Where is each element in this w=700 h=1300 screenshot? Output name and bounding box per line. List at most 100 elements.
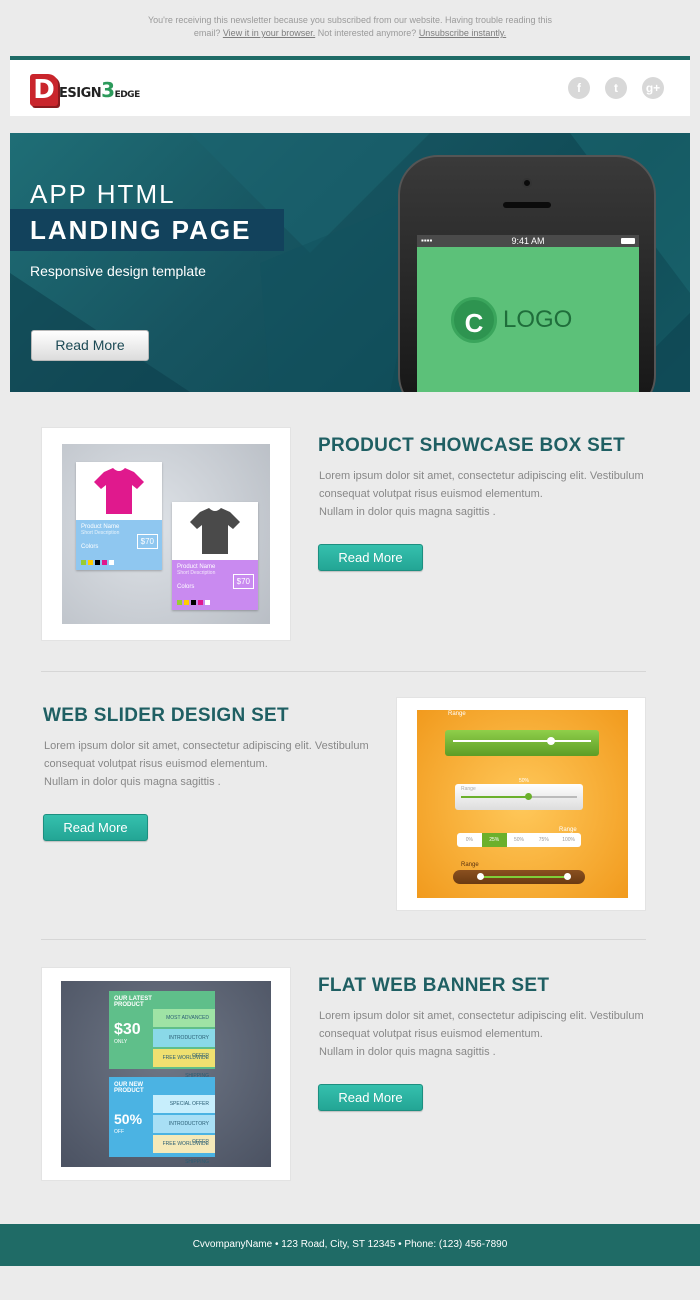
phone-speaker [503, 202, 551, 208]
battery-icon [621, 238, 635, 244]
hero-subtitle: Responsive design template [30, 263, 206, 279]
slider-steps: 0% 25% 50% 75% 100% [457, 833, 581, 847]
flat-banner-image[interactable]: OUR LATEST PRODUCT $30 ONLY MOST ADVANCE… [61, 981, 271, 1167]
desc-line3: Nullam in dolor quis magna sagittis . [319, 506, 496, 518]
slider-green-handle [547, 737, 555, 745]
card2-color-swatches [177, 600, 210, 605]
web-slider-description: Lorem ipsum dolor sit amet, consectetur … [44, 737, 379, 791]
hero-title-line1: APP HTML [30, 179, 176, 209]
logo-text: LOGO [503, 306, 573, 333]
banner2-head: OUR NEW PRODUCT [114, 1082, 144, 1094]
hero-title-line2: LANDING PAGE [30, 215, 252, 245]
step-50: 50% [513, 837, 524, 843]
slider-white-fill [461, 796, 529, 798]
phone-status-bar: ▪▪▪▪ 9:41 AM [417, 235, 639, 247]
slider4-label: Range [461, 862, 479, 868]
signal-icon: ▪▪▪▪ [421, 236, 433, 245]
brand-logo[interactable]: D ESIGN3EDGE [30, 70, 140, 106]
banner1-only: ONLY [114, 1039, 128, 1045]
card1-price: $70 [136, 534, 158, 549]
banner1-strip1: MOST ADVANCED [153, 1009, 215, 1027]
banner1-strips: MOST ADVANCED INTRODUCTORY OFFER FREE WO… [153, 1009, 215, 1079]
desc-line2: consequat volutpat risus euismod element… [319, 1028, 543, 1040]
product-card-gray: Product Name Short Description $70 Color… [172, 502, 258, 610]
view-in-browser-link[interactable]: View it in your browser. [223, 28, 315, 38]
banner2-price: 50% [114, 1111, 143, 1127]
banner2-strip3: FREE WORLDWIDE SHIPPING [153, 1135, 215, 1165]
product-showcase-description: Lorem ipsum dolor sit amet, consectetur … [319, 467, 654, 521]
preheader-not-interested: Not interested anymore? [317, 28, 417, 38]
section-divider [41, 939, 646, 940]
banner-blue: OUR NEW PRODUCT 50% OFF SPECIAL OFFER IN… [109, 1077, 215, 1165]
slider-brown-handle-right [564, 873, 571, 880]
slider-white: Range [455, 784, 583, 810]
hero-banner: APP HTML LANDING PAGE Responsive design … [10, 133, 690, 392]
banner1-strip3: FREE WORLDWIDE SHIPPING [153, 1049, 215, 1079]
social-links: f t g+ [568, 77, 664, 99]
banner1-strip2: INTRODUCTORY OFFER [153, 1029, 215, 1059]
desc-line1: Lorem ipsum dolor sit amet, consectetur … [44, 740, 369, 752]
desc-line3: Nullam in dolor quis magna sagittis . [319, 1046, 496, 1058]
desc-line3: Nullam in dolor quis magna sagittis . [44, 776, 221, 788]
logo-mark: D [30, 74, 58, 106]
preheader-line2: email? View it in your browser. Not inte… [110, 27, 590, 40]
logo-word-esign: ESIGN [59, 86, 102, 101]
web-slider-image-frame: Range 50% Range Range 0% 25% 50% 75% 100… [396, 697, 646, 911]
banner2-strip1: SPECIAL OFFER [153, 1095, 215, 1113]
flat-banner-title[interactable]: FLAT WEB BANNER SET [318, 975, 549, 997]
banner2-strip2: INTRODUCTORY OFFER [153, 1115, 215, 1145]
product-card-pink: Product Name Short Description $70 Color… [76, 462, 162, 570]
logo-word-edge: EDGE [114, 90, 141, 100]
product-showcase-image-frame: Product Name Short Description $70 Color… [41, 427, 291, 641]
gray-card-info: Product Name Short Description $70 Color… [172, 560, 258, 610]
slider2-label: Range [461, 786, 476, 792]
gray-shirt-area [172, 502, 258, 560]
slider1-label: Range [448, 711, 466, 717]
product-showcase-read-more-button[interactable]: Read More [318, 544, 423, 571]
google-plus-icon[interactable]: g+ [642, 77, 664, 99]
web-slider-title[interactable]: WEB SLIDER DESIGN SET [43, 705, 289, 727]
phone-mockup: ▪▪▪▪ 9:41 AM C LOGO [398, 155, 656, 392]
showcase-art: Product Name Short Description $70 Color… [62, 444, 270, 624]
logo-wordmark: ESIGN3EDGE [59, 78, 140, 102]
step-25: 25% [481, 833, 507, 847]
phone-screen: ▪▪▪▪ 9:41 AM C LOGO [417, 235, 639, 392]
slider-green [445, 730, 599, 756]
preheader-line1: You're receiving this newsletter because… [147, 15, 553, 25]
desc-line1: Lorem ipsum dolor sit amet, consectetur … [319, 470, 644, 482]
pink-card-info: Product Name Short Description $70 Color… [76, 520, 162, 570]
banner1-head: OUR LATEST PRODUCT [114, 996, 152, 1008]
step-100: 100% [562, 837, 575, 843]
step-75: 75% [538, 837, 549, 843]
desc-line2: consequat volutpat risus euismod element… [319, 488, 543, 500]
product-showcase-title[interactable]: PRODUCT SHOWCASE BOX SET [318, 435, 625, 457]
desc-line2: consequat volutpat risus euismod element… [44, 758, 268, 770]
banner1-price: $30 [114, 1021, 141, 1038]
phone-camera-icon [522, 178, 532, 188]
banner-green: OUR LATEST PRODUCT $30 ONLY MOST ADVANCE… [109, 991, 215, 1079]
product-showcase-image[interactable]: Product Name Short Description $70 Color… [62, 444, 270, 624]
flat-banner-description: Lorem ipsum dolor sit amet, consectetur … [319, 1007, 654, 1061]
flat-banner-read-more-button[interactable]: Read More [318, 1084, 423, 1111]
footer: CvvompanyName • 123 Road, City, ST 12345… [0, 1224, 700, 1266]
facebook-icon[interactable]: f [568, 77, 590, 99]
logo-word-three: 3 [101, 78, 115, 102]
web-slider-read-more-button[interactable]: Read More [43, 814, 148, 841]
header: D ESIGN3EDGE f t g+ [10, 60, 690, 116]
slider-brown-handle-left [477, 873, 484, 880]
hero-read-more-button[interactable]: Read More [31, 330, 149, 361]
banner2-strips: SPECIAL OFFER INTRODUCTORY OFFER FREE WO… [153, 1095, 215, 1165]
step-0: 0% [465, 837, 474, 843]
phone-app-logo: C LOGO [451, 297, 572, 343]
gray-tshirt-icon [190, 508, 240, 554]
unsubscribe-link[interactable]: Unsubscribe instantly. [419, 28, 506, 38]
twitter-icon[interactable]: t [605, 77, 627, 99]
slider-art: Range 50% Range Range 0% 25% 50% 75% 100… [417, 710, 628, 898]
preheader-email-prefix: email? [193, 28, 221, 38]
pink-tshirt-icon [94, 468, 144, 514]
banner-art: OUR LATEST PRODUCT $30 ONLY MOST ADVANCE… [61, 981, 271, 1167]
section-divider [41, 671, 646, 672]
card1-color-swatches [81, 560, 114, 565]
web-slider-image[interactable]: Range 50% Range Range 0% 25% 50% 75% 100… [417, 710, 628, 898]
card2-price: $70 [232, 574, 254, 589]
